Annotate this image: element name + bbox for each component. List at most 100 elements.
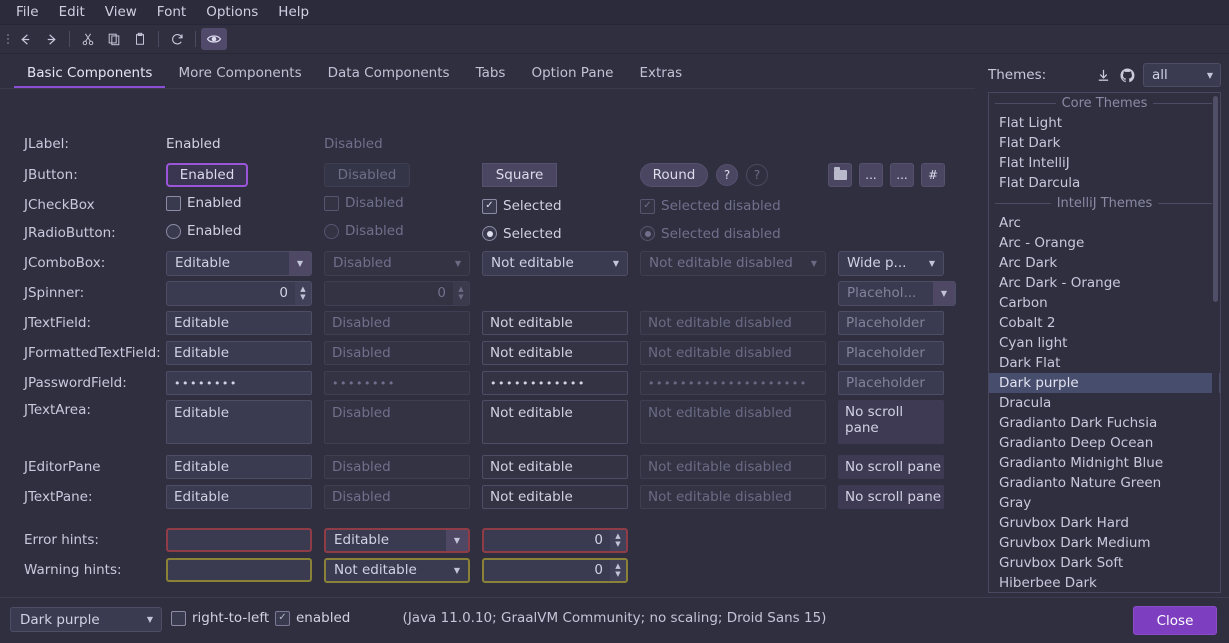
theme-item-flat-dark[interactable]: Flat Dark: [989, 133, 1220, 153]
spinner-up-icon[interactable]: ▲: [615, 532, 620, 540]
spinner-enabled-value[interactable]: 0: [167, 285, 295, 301]
spinner-down-icon[interactable]: ▼: [300, 293, 305, 301]
theme-item-dark-flat[interactable]: Dark Flat: [989, 353, 1220, 373]
combo-wide-popup[interactable]: Wide p... ▼: [838, 250, 944, 276]
cut-icon[interactable]: [75, 28, 101, 50]
error-hint-combo[interactable]: Editable ▼: [324, 527, 470, 553]
menu-view[interactable]: View: [95, 2, 147, 22]
radio-enabled[interactable]: Enabled: [166, 223, 242, 239]
passwordfield-placeholder[interactable]: Placeholder: [838, 371, 944, 395]
textarea-no-scroll-pane[interactable]: No scroll pane: [838, 400, 944, 444]
theme-item-dark-purple[interactable]: Dark purple: [989, 373, 1220, 393]
warning-hint-textfield[interactable]: [166, 558, 312, 582]
jbutton-enabled[interactable]: Enabled: [166, 163, 248, 187]
checkbox-selected[interactable]: ✓ Selected: [482, 198, 562, 214]
chevron-down-icon[interactable]: ▼: [446, 529, 468, 551]
theme-item-arc[interactable]: Arc: [989, 213, 1220, 233]
warning-hint-spinner-value[interactable]: 0: [484, 562, 610, 578]
jbutton-folder-icon[interactable]: [828, 163, 852, 187]
jbutton-ellipsis-1[interactable]: ...: [859, 163, 883, 187]
tab-basic-components[interactable]: Basic Components: [14, 59, 166, 89]
spinner-stepper[interactable]: ▲ ▼: [295, 281, 311, 305]
chevron-down-icon[interactable]: ▼: [605, 252, 627, 275]
theme-item-gradianto-deep-ocean[interactable]: Gradianto Deep Ocean: [989, 433, 1220, 453]
warning-hint-spinner[interactable]: 0 ▲ ▼: [482, 557, 628, 583]
theme-item-gradianto-dark-fuchsia[interactable]: Gradianto Dark Fuchsia: [989, 413, 1220, 433]
paste-icon[interactable]: [127, 28, 153, 50]
menu-edit[interactable]: Edit: [49, 2, 95, 22]
menu-help[interactable]: Help: [268, 2, 319, 22]
error-hint-spinner-value[interactable]: 0: [484, 532, 610, 548]
theme-item-gradianto-midnight-blue[interactable]: Gradianto Midnight Blue: [989, 453, 1220, 473]
themes-list[interactable]: Core Themes Flat Light Flat Dark Flat In…: [988, 92, 1221, 593]
forward-icon[interactable]: [38, 28, 64, 50]
checkbox-enabled[interactable]: Enabled: [166, 195, 242, 211]
theme-item-gradianto-nature-green[interactable]: Gradianto Nature Green: [989, 473, 1220, 493]
theme-item-hiberbee-dark[interactable]: Hiberbee Dark: [989, 573, 1220, 592]
theme-item-cobalt-2[interactable]: Cobalt 2: [989, 313, 1220, 333]
combo-editable-value[interactable]: Editable: [167, 255, 289, 271]
preview-eye-icon[interactable]: [201, 28, 227, 50]
menu-options[interactable]: Options: [196, 2, 268, 22]
textpane-no-scroll-pane[interactable]: No scroll pane: [838, 485, 944, 509]
menu-file[interactable]: File: [6, 2, 49, 22]
jbutton-round[interactable]: Round: [640, 163, 708, 187]
theme-item-gray[interactable]: Gray: [989, 493, 1220, 513]
error-hint-textfield[interactable]: [166, 528, 312, 552]
chevron-down-icon[interactable]: ▼: [933, 281, 955, 305]
jbutton-hash[interactable]: #: [921, 163, 945, 187]
jbutton-help-icon[interactable]: ?: [716, 164, 738, 186]
theme-item-gruvbox-dark-hard[interactable]: Gruvbox Dark Hard: [989, 513, 1220, 533]
spinner-up-icon[interactable]: ▲: [300, 285, 305, 293]
formattedfield-editable[interactable]: Editable: [166, 341, 312, 365]
spinner-enabled[interactable]: 0 ▲ ▼: [166, 280, 312, 306]
passwordfield-editable[interactable]: ••••••••: [166, 371, 312, 395]
themes-scrollbar[interactable]: [1212, 94, 1219, 591]
tab-extras[interactable]: Extras: [626, 59, 695, 89]
spinner-up-icon[interactable]: ▲: [615, 562, 620, 570]
toolbar-grip[interactable]: [4, 30, 12, 48]
tab-data-components[interactable]: Data Components: [315, 59, 463, 89]
error-hint-spinner[interactable]: 0 ▲ ▼: [482, 527, 628, 553]
textpane-editable[interactable]: Editable: [166, 485, 312, 509]
theme-item-cyan-light[interactable]: Cyan light: [989, 333, 1220, 353]
spinner-stepper[interactable]: ▲ ▼: [610, 559, 626, 581]
theme-item-dracula[interactable]: Dracula: [989, 393, 1220, 413]
tab-tabs[interactable]: Tabs: [463, 59, 519, 89]
theme-item-carbon[interactable]: Carbon: [989, 293, 1220, 313]
spinner-down-icon[interactable]: ▼: [615, 540, 620, 548]
theme-item-flat-darcula[interactable]: Flat Darcula: [989, 173, 1220, 193]
textfield-editable[interactable]: Editable: [166, 311, 312, 335]
download-icon[interactable]: [1091, 64, 1115, 86]
theme-item-arc-dark-orange[interactable]: Arc Dark - Orange: [989, 273, 1220, 293]
editorpane-editable[interactable]: Editable: [166, 455, 312, 479]
close-button[interactable]: Close: [1133, 606, 1217, 635]
jbutton-ellipsis-2[interactable]: ...: [890, 163, 914, 187]
theme-item-arc-orange[interactable]: Arc - Orange: [989, 233, 1220, 253]
theme-item-arc-dark[interactable]: Arc Dark: [989, 253, 1220, 273]
menu-font[interactable]: Font: [147, 2, 196, 22]
radio-selected[interactable]: Selected: [482, 226, 562, 242]
tab-more-components[interactable]: More Components: [165, 59, 314, 89]
spinner-down-icon[interactable]: ▼: [615, 570, 620, 578]
theme-item-flat-light[interactable]: Flat Light: [989, 113, 1220, 133]
chevron-down-icon[interactable]: ▼: [446, 560, 468, 581]
editorpane-no-scroll-pane[interactable]: No scroll pane: [838, 455, 944, 479]
theme-item-flat-intellij[interactable]: Flat IntelliJ: [989, 153, 1220, 173]
chevron-down-icon[interactable]: ▼: [289, 251, 311, 275]
formattedfield-placeholder[interactable]: Placeholder: [838, 341, 944, 365]
textarea-editable[interactable]: Editable: [166, 400, 312, 444]
chevron-down-icon[interactable]: ▼: [921, 252, 943, 275]
back-icon[interactable]: [12, 28, 38, 50]
combo-not-editable[interactable]: Not editable ▼: [482, 250, 628, 276]
theme-item-gruvbox-dark-soft[interactable]: Gruvbox Dark Soft: [989, 553, 1220, 573]
combo-editable[interactable]: Editable ▼: [166, 250, 312, 276]
github-icon[interactable]: [1115, 64, 1139, 86]
textfield-placeholder[interactable]: Placeholder: [838, 311, 944, 335]
spinner-stepper[interactable]: ▲ ▼: [610, 529, 626, 551]
chevron-down-icon[interactable]: ▼: [1200, 71, 1220, 80]
refresh-icon[interactable]: [164, 28, 190, 50]
copy-icon[interactable]: [101, 28, 127, 50]
warning-hint-combo[interactable]: Not editable ▼: [324, 557, 470, 583]
scrollbar-thumb[interactable]: [1213, 96, 1218, 302]
